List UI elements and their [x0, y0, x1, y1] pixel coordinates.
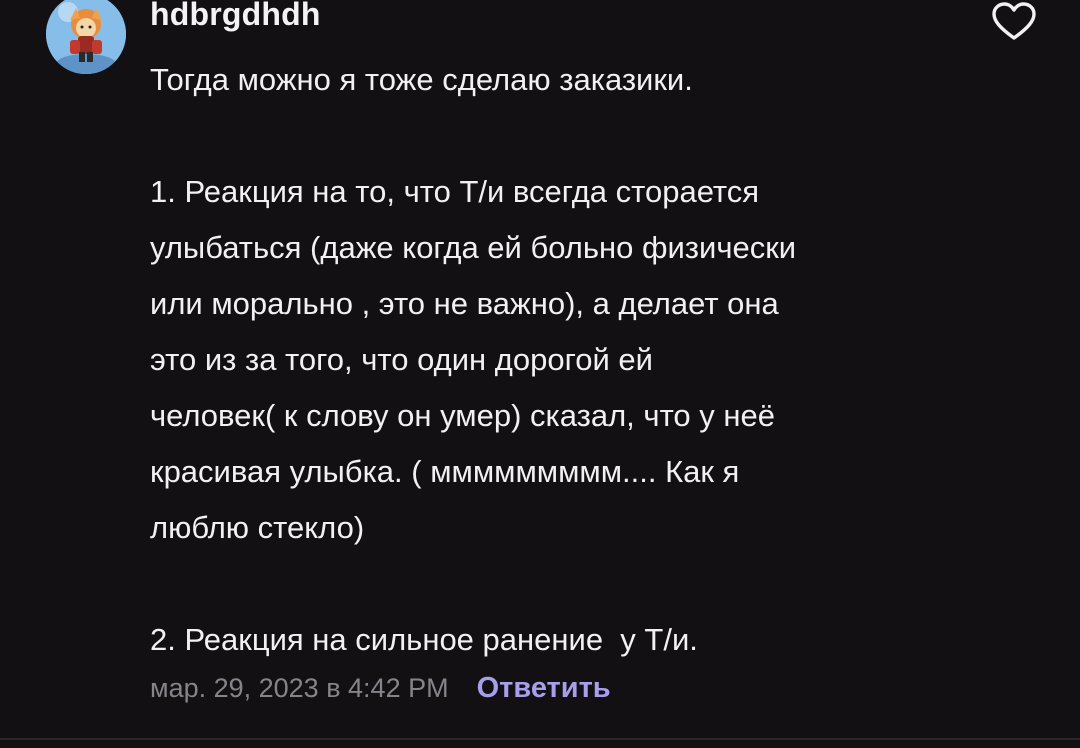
- comment-author[interactable]: hdbrgdhdh: [150, 0, 321, 34]
- comment-line: улыбаться (даже когда ей больно физическ…: [150, 230, 797, 265]
- comment-line: 1. Реакция на то, что Т/и всегда сторает…: [150, 174, 760, 209]
- comment-line: или морально , это не важно), а делает о…: [150, 286, 779, 321]
- comment-card: hdbrgdhdh Тогда можно я тоже сделаю зака…: [0, 0, 1080, 740]
- comment-line: Тогда можно я тоже сделаю заказики.: [150, 62, 693, 97]
- avatar-image: [46, 0, 126, 74]
- comment-timestamp: мар. 29, 2023 в 4:42 PM: [150, 672, 449, 703]
- avatar[interactable]: [46, 0, 126, 74]
- comment-line: человек( к слову он умер) сказал, что у …: [150, 398, 775, 433]
- comment-line: красивая улыбка. ( ммммммммм.... Как я: [150, 454, 740, 489]
- comment-text: Тогда можно я тоже сделаю заказики. 1. Р…: [150, 52, 1030, 668]
- heart-outline-icon[interactable]: [990, 2, 1038, 42]
- comment-line: 2. Реакция на сильное ранение у Т/и.: [150, 622, 698, 657]
- comment-meta: мар. 29, 2023 в 4:42 PM Ответить: [150, 666, 611, 710]
- comment-line: люблю стекло): [150, 510, 365, 545]
- reply-button[interactable]: Ответить: [477, 672, 611, 705]
- divider: [0, 738, 1080, 740]
- comment-line: это из за того, что один дорогой ей: [150, 342, 653, 377]
